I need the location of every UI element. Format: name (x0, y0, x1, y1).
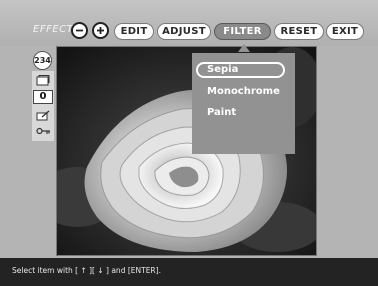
menu-item-sepia[interactable]: Sepia (207, 64, 238, 75)
dropdown-pointer (238, 44, 250, 52)
menu-item-monochrome[interactable]: Monochrome (207, 86, 280, 97)
exit-button[interactable]: EXIT (326, 23, 364, 40)
reset-button[interactable]: RESET (274, 23, 324, 40)
status-instruction: Select item with [ ↑ ][ ↓ ] and [ENTER]. (12, 266, 161, 275)
menu-item-paint[interactable]: Paint (207, 107, 236, 118)
print-copies-icon (36, 75, 50, 86)
zoom-out-icon (76, 29, 83, 32)
protect-key-icon (36, 127, 50, 135)
edit-button[interactable]: EDIT (114, 23, 154, 40)
zoom-in-icon (97, 27, 104, 34)
zoom-out-button[interactable] (71, 22, 88, 39)
print-quantity-field[interactable]: 0 (33, 90, 53, 104)
adjust-button[interactable]: ADJUST (157, 23, 211, 40)
filter-button[interactable]: FILTER (214, 23, 271, 40)
effect-label: EFFECT (33, 24, 74, 35)
image-count-badge: 234 (33, 51, 52, 70)
print-edit-icon (36, 110, 50, 121)
zoom-in-button[interactable] (92, 22, 109, 39)
